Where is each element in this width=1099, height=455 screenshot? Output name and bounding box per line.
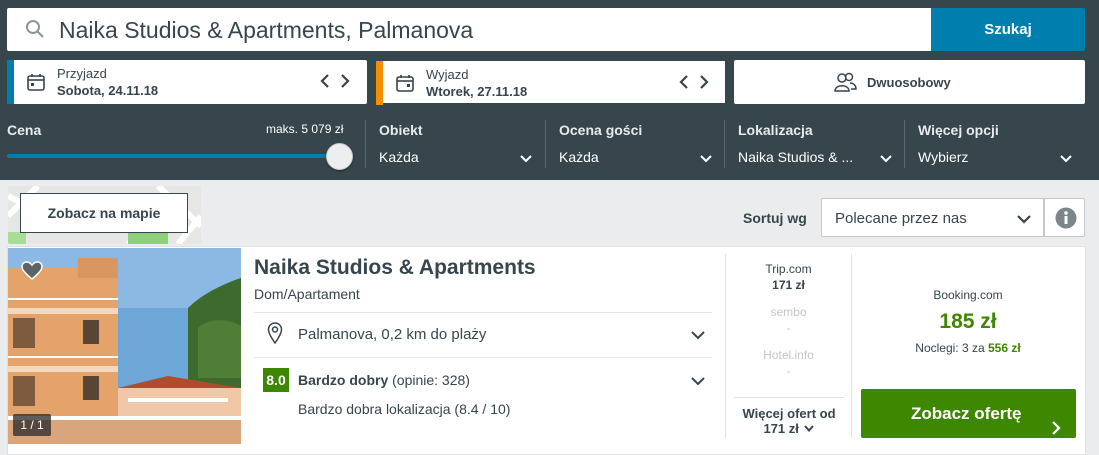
guest-rating-filter-label: Ocena gości [559, 122, 643, 138]
filter-divider [365, 120, 366, 168]
location-filter-label: Lokalizacja [738, 122, 813, 138]
alt-offer-site: Hotel.info [763, 348, 814, 362]
hotel-name-link[interactable]: Naika Studios & Apartments [254, 256, 536, 280]
price-filter-label: Cena [7, 122, 42, 138]
filter-divider [545, 120, 546, 168]
more-offers-button[interactable]: Więcej ofert od 171 zł [734, 397, 844, 436]
alt-offer-site[interactable]: Trip.com [726, 262, 851, 276]
rating-reviews: (opinie: 328) [392, 372, 470, 388]
chevron-down-icon [803, 421, 815, 436]
guest-rating-filter-select[interactable]: Każda [559, 149, 599, 165]
search-button[interactable]: Szukaj [931, 8, 1085, 51]
prev-day-icon[interactable] [678, 73, 690, 91]
checkin-label: Przyjazd [57, 66, 107, 81]
hotel-type: Dom/Apartament [254, 286, 360, 302]
chevron-down-icon[interactable] [1059, 151, 1073, 169]
checkout-accent [376, 61, 383, 105]
more-offers-label: Więcej ofert od [742, 406, 836, 421]
best-offer-nights: Noclegi: 3 za 556 zł [860, 341, 1076, 355]
best-offer-site: Booking.com [933, 288, 1003, 302]
location-filter-select[interactable]: Naika Studios & ... [738, 149, 853, 165]
property-filter-label: Obiekt [379, 122, 423, 138]
sort-select[interactable]: Polecane przez nas [821, 198, 1044, 237]
search-box[interactable]: Naika Studios & Apartments, Palmanova [7, 8, 931, 51]
next-day-icon[interactable] [339, 72, 351, 90]
nights-total: 556 zł [988, 341, 1021, 355]
checkout-field[interactable]: Wyjazd Wtorek, 27.11.18 [375, 60, 726, 105]
rating-detail: Bardzo dobra lokalizacja (8.4 / 10) [298, 401, 511, 417]
price-max-value: maks. 5 079 zł [266, 122, 344, 136]
sort-label: Sortuj wg [743, 210, 807, 226]
hotel-location: Palmanova, 0,2 km do plaży [298, 326, 487, 343]
chevron-right-icon [1051, 406, 1061, 455]
more-options-label: Więcej opcji [918, 122, 999, 138]
rating-label: Bardzo dobry [298, 372, 389, 388]
prev-day-icon[interactable] [319, 72, 331, 90]
alt-offer-site: sembo [770, 305, 807, 319]
alt-offer-price: - [786, 364, 791, 378]
checkout-label: Wyjazd [426, 67, 469, 82]
more-options-select[interactable]: Wybierz [918, 149, 968, 165]
search-input[interactable]: Naika Studios & Apartments, Palmanova [59, 17, 473, 44]
view-deal-label: Zobacz ofertę [911, 404, 1022, 423]
info-icon [1055, 207, 1077, 234]
rating-summary: Bardzo dobry (opinie: 328) [298, 372, 470, 388]
checkin-field[interactable]: Przyjazd Sobota, 24.11.18 [7, 60, 367, 104]
property-filter-select[interactable]: Każda [379, 149, 419, 165]
column-divider [851, 254, 852, 438]
checkin-accent [7, 60, 14, 104]
rating-score-badge: 8.0 [263, 368, 289, 392]
sort-info-button[interactable] [1044, 198, 1085, 237]
price-slider-track[interactable] [7, 154, 340, 158]
filter-divider [904, 120, 905, 168]
favorite-heart-icon[interactable] [21, 261, 43, 286]
chevron-down-icon[interactable] [690, 374, 706, 392]
show-on-map-button[interactable]: Zobacz na mapie [20, 193, 188, 233]
photo-counter: 1 / 1 [13, 414, 51, 436]
room-type-select[interactable]: Dwuosobowy [734, 60, 1085, 104]
next-day-icon[interactable] [698, 73, 710, 91]
more-offers-price: 171 zł [763, 421, 799, 436]
divider [254, 312, 712, 313]
chevron-down-icon[interactable] [690, 328, 706, 346]
best-offer-price[interactable]: 185 zł [860, 310, 1076, 334]
divider [254, 357, 712, 358]
nights-prefix: Noclegi: 3 za [915, 341, 985, 355]
calendar-icon [395, 73, 415, 98]
room-type-value: Dwuosobowy [867, 75, 951, 90]
guests-icon [833, 71, 857, 98]
alt-offer-price: - [786, 321, 791, 335]
search-icon [25, 19, 45, 44]
checkout-value: Wtorek, 27.11.18 [426, 84, 528, 99]
chevron-down-icon[interactable] [699, 151, 713, 169]
chevron-down-icon[interactable] [519, 151, 533, 169]
calendar-icon [26, 72, 46, 97]
alt-offer-price[interactable]: 171 zł [726, 278, 851, 292]
sort-value: Polecane przez nas [835, 210, 967, 227]
chevron-down-icon[interactable] [879, 151, 893, 169]
view-deal-button[interactable]: Zobacz ofertę [861, 389, 1076, 438]
filter-divider [724, 120, 725, 168]
chevron-down-icon [1016, 212, 1032, 230]
location-pin-icon [267, 322, 283, 349]
price-slider-handle[interactable] [326, 143, 353, 170]
checkin-value: Sobota, 24.11.18 [57, 83, 159, 98]
